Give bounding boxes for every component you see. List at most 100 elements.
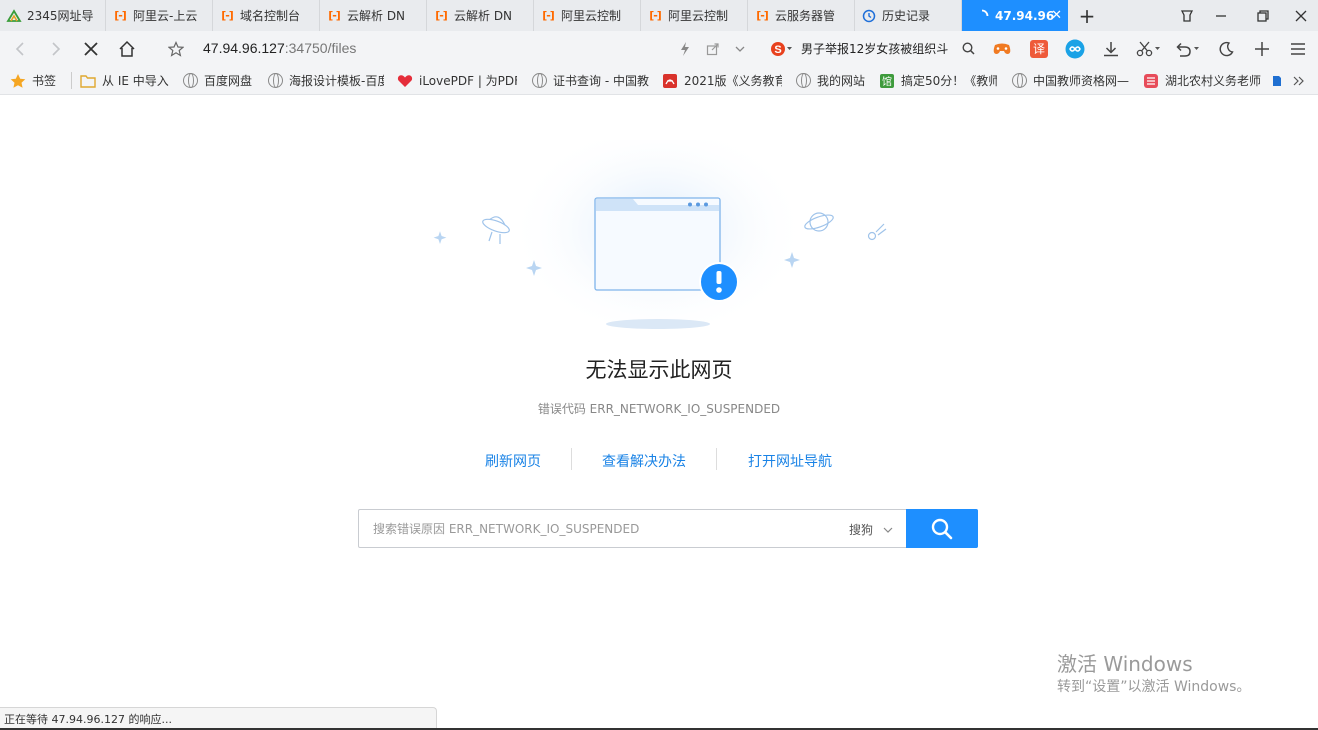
tab-label: 云解析 DN bbox=[454, 9, 513, 23]
windows-activation-hint: 转到“设置”以激活 Windows。 bbox=[1057, 679, 1251, 695]
tab-active[interactable]: 47.94.96. ✕ bbox=[962, 0, 1068, 31]
night-mode-icon[interactable] bbox=[1215, 31, 1237, 66]
loading-icon bbox=[974, 8, 990, 24]
add-icon[interactable] bbox=[1251, 31, 1273, 66]
divider bbox=[571, 448, 572, 470]
tab-aliyun-console-2[interactable]: [-] 阿里云控制 bbox=[641, 0, 748, 31]
hot-search-suggestion[interactable]: 男子举报12岁女孩被组织斗 bbox=[801, 31, 959, 66]
divider bbox=[716, 448, 717, 470]
stop-button[interactable] bbox=[78, 31, 104, 66]
bookmark-root[interactable]: 书签 bbox=[10, 66, 70, 95]
aliyun-icon: [-] bbox=[756, 9, 769, 22]
tab-ecs[interactable]: [-] 云服务器管 bbox=[748, 0, 855, 31]
error-illustration bbox=[433, 140, 887, 340]
tab-domain-console[interactable]: [-] 域名控制台 bbox=[213, 0, 320, 31]
close-window-button[interactable] bbox=[1284, 0, 1318, 31]
infinity-icon[interactable] bbox=[1063, 31, 1087, 66]
error-title: 无法显示此网页 bbox=[585, 358, 733, 382]
lightning-icon[interactable] bbox=[676, 31, 694, 66]
tab-aliyun-console-1[interactable]: [-] 阿里云控制 bbox=[534, 0, 641, 31]
search-icon bbox=[931, 518, 953, 539]
address-bar[interactable]: 47.94.96.127:34750/files bbox=[203, 40, 356, 56]
svg-text:S: S bbox=[774, 44, 781, 56]
comet-icon bbox=[867, 223, 887, 241]
tab-dns-2[interactable]: [-] 云解析 DN bbox=[427, 0, 534, 31]
globe-icon bbox=[795, 73, 811, 89]
undo-icon[interactable] bbox=[1173, 31, 1203, 66]
bookmark-2021-curriculum[interactable]: 2021版《义务教育 bbox=[662, 66, 784, 95]
translate-button[interactable]: 译 bbox=[1028, 31, 1050, 66]
bookmark-hubei-teacher[interactable]: 湖北农村义务老师 bbox=[1143, 66, 1263, 95]
bookmarks-bar: 书签 从 IE 中导入 百度网盘 海报设计模板-百度 iLovePDF | 为P… bbox=[0, 66, 1318, 95]
svg-text:馆: 馆 bbox=[882, 75, 892, 88]
chevron-right-icon[interactable] bbox=[1293, 66, 1309, 95]
aliyun-icon: [-] bbox=[435, 9, 448, 22]
tab-history[interactable]: 历史记录 bbox=[855, 0, 962, 31]
alert-icon bbox=[699, 262, 739, 302]
bookmark-teacher-qualification[interactable]: 中国教师资格网— bbox=[1011, 66, 1131, 95]
search-input[interactable] bbox=[373, 519, 823, 539]
chevron-down-icon bbox=[883, 527, 893, 533]
minimize-button[interactable] bbox=[1204, 0, 1238, 31]
aliyun-icon: [-] bbox=[542, 9, 555, 22]
skin-icon[interactable] bbox=[1170, 0, 1204, 31]
error-code: 错误代码 ERR_NETWORK_IO_SUSPENDED bbox=[537, 402, 781, 416]
home-button[interactable] bbox=[114, 31, 140, 66]
divider bbox=[71, 72, 72, 89]
back-button[interactable] bbox=[8, 31, 32, 66]
share-icon[interactable] bbox=[704, 31, 722, 66]
aliyun-icon: [-] bbox=[114, 9, 127, 22]
view-solutions-link[interactable]: 查看解决办法 bbox=[602, 451, 686, 471]
tab-label: 云解析 DN bbox=[347, 9, 406, 23]
search-button[interactable] bbox=[906, 509, 978, 548]
forward-button[interactable] bbox=[44, 31, 68, 66]
star-icon[interactable] bbox=[164, 31, 188, 66]
pdf-icon bbox=[662, 73, 678, 89]
search-engine-select[interactable]: 搜狗 bbox=[849, 521, 893, 538]
tab-dns-1[interactable]: [-] 云解析 DN bbox=[320, 0, 427, 31]
red-icon bbox=[1143, 73, 1159, 89]
globe-icon bbox=[267, 73, 283, 89]
menu-icon[interactable] bbox=[1287, 31, 1309, 66]
chevron-down-icon[interactable] bbox=[732, 31, 748, 66]
bookmark-my-site[interactable]: 我的网站 bbox=[795, 66, 873, 95]
tab-label: 阿里云控制 bbox=[561, 9, 622, 23]
tab-2345[interactable]: 2345网址导 bbox=[0, 0, 106, 31]
open-nav-link[interactable]: 打开网址导航 bbox=[748, 451, 832, 471]
windows-activation-title: 激活 Windows bbox=[1057, 652, 1193, 676]
refresh-link[interactable]: 刷新网页 bbox=[485, 451, 541, 471]
aliyun-icon: [-] bbox=[221, 9, 234, 22]
globe-icon bbox=[182, 73, 198, 89]
aliyun-icon: [-] bbox=[649, 9, 662, 22]
download-icon[interactable] bbox=[1100, 31, 1122, 66]
globe-icon bbox=[1011, 73, 1027, 89]
scissors-icon[interactable] bbox=[1134, 31, 1164, 66]
error-search-box: 搜狗 bbox=[358, 509, 978, 548]
tab-aliyun-home[interactable]: [-] 阿里云-上云 bbox=[106, 0, 213, 31]
bookmark-ilovepdf[interactable]: iLovePDF | 为PDF bbox=[397, 66, 519, 95]
globe-icon bbox=[531, 73, 547, 89]
bookmark-50-points[interactable]: 馆 搞定50分！《教师 bbox=[879, 66, 999, 95]
planet-icon bbox=[804, 212, 834, 232]
bookmark-overflow-icon[interactable] bbox=[1272, 66, 1286, 95]
sogou-search-icon[interactable]: S bbox=[766, 31, 796, 66]
star-icon bbox=[10, 73, 26, 89]
tab-label: 2345网址导 bbox=[27, 9, 94, 23]
bookmark-baidu-pan[interactable]: 百度网盘 bbox=[182, 66, 260, 95]
bookmark-import-ie[interactable]: 从 IE 中导入 bbox=[80, 66, 174, 95]
history-icon bbox=[861, 8, 877, 24]
game-controller-icon[interactable] bbox=[990, 31, 1014, 66]
bookmark-certificate-query[interactable]: 证书查询 - 中国教 bbox=[531, 66, 651, 95]
green-icon: 馆 bbox=[879, 73, 895, 89]
navigation-toolbar: 47.94.96.127:34750/files S 男子举报12岁女孩被组织斗… bbox=[0, 31, 1318, 66]
tab-bar: 2345网址导 [-] 阿里云-上云 [-] 域名控制台 [-] 云解析 DN … bbox=[0, 0, 1318, 31]
2345-icon bbox=[6, 8, 22, 24]
search-icon[interactable] bbox=[960, 31, 976, 66]
heart-icon bbox=[397, 73, 413, 89]
bookmark-poster-templates[interactable]: 海报设计模板-百度 bbox=[267, 66, 387, 95]
status-bar: 正在等待 47.94.96.127 的响应... bbox=[0, 707, 437, 729]
ufo-icon bbox=[482, 216, 510, 244]
new-tab-button[interactable]: + bbox=[1070, 0, 1104, 31]
close-icon[interactable]: ✕ bbox=[1051, 8, 1062, 23]
restore-button[interactable] bbox=[1246, 0, 1280, 31]
